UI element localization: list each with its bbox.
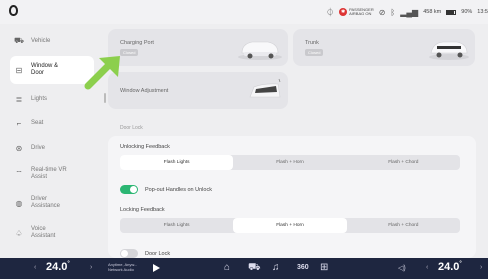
brand-logo-icon [9,5,18,16]
status-bar: ⏀ ✱ PASSENGER AIRBAG ON ⊘ ᛒ ▂▄▆ 458 km 9… [0,0,488,24]
car-icon[interactable]: ⛟ [248,262,261,275]
unlocking-feedback-label: Unlocking Feedback [120,144,170,150]
steering-icon: ⊛ [15,143,23,153]
battery-percent: 90% [461,9,473,15]
home-icon[interactable]: ⌂ [224,262,230,273]
temp-left-decrease-icon[interactable]: ‹ [34,264,36,271]
lock-option-flash-horn[interactable]: Flash + Horn [233,218,347,233]
door-lock-label: Door Lock [145,251,171,257]
popout-handles-toggle[interactable] [120,185,138,194]
car-rear-icon [238,41,282,60]
section-label-door-lock: Door Lock [120,125,143,131]
charging-port-card[interactable]: Charging Port Closed [108,29,288,66]
unlocking-feedback-selector: Flash Lights Flash + Horn Flash + Chord [120,155,460,170]
lock-option-flash-lights[interactable]: Flash Lights [120,218,233,233]
sidebar-item-label: Vehicle [31,37,51,44]
bluetooth-icon: ᛒ [390,7,396,17]
scroll-indicator [104,93,106,103]
airbag-icon: ✱ [339,8,348,16]
voice-icon: ♤ [15,228,23,238]
card-title: Trunk [305,40,319,46]
right-temperature[interactable]: 24.0° [438,261,462,273]
door-lock-toggle[interactable] [120,249,138,258]
sidebar-item-voice-assistant[interactable]: ♤ Voice Assistant [10,222,94,244]
sidebar-item-label: Window & Door [31,63,59,76]
pointer-arrow-icon [84,56,120,90]
battery-icon [446,9,457,15]
trunk-card[interactable]: Trunk Closed [293,29,475,66]
card-title: Window Adjustment [120,88,169,94]
airbag-line-2: AIRBAG ON [349,11,372,16]
sidebar-item-label: Lights [31,95,48,102]
car-side-icon [429,41,469,60]
door-lock-panel: Unlocking Feedback Flash Lights Flash + … [108,136,476,258]
alert-icon: ⏀ [326,7,335,17]
sidebar-item-driver-assistance[interactable]: ◍ Driver Assistance [10,192,94,214]
locking-feedback-selector: Flash Lights Flash + Horn Flash + Chord [120,218,460,233]
window-adjustment-card[interactable]: Window Adjustment [108,72,288,109]
bottom-bar: ‹ 24.0° › Anytime, Anyw... Network Audio… [0,258,488,279]
door-icon: ⊟ [15,65,23,75]
sidebar-item-label: Driver Assistance [31,196,61,209]
sidebar-item-seat[interactable]: ⌐ Seat [10,112,94,134]
popout-handles-label: Pop-out Handles on Unlock [145,187,212,193]
clock: 13:5 [477,9,488,15]
range-value: 458 km [423,9,442,15]
signal-icon: ▂▄▆ [400,7,419,17]
airbag-indicator: ✱ PASSENGER AIRBAG ON [339,7,374,17]
apps-grid-icon[interactable]: ⊞ [320,262,328,273]
sidebar-item-drive[interactable]: ⊛ Drive [10,137,94,159]
assist-icon: ◍ [15,198,23,208]
sidebar-item-label: Voice Assistant [31,226,56,239]
unlock-option-flash-horn[interactable]: Flash + Horn [233,155,346,170]
seat-icon: ⌐ [16,118,22,128]
camera-off-icon: ⊘ [378,7,386,17]
sidebar-item-label: Drive [31,144,46,151]
status-indicators: ⏀ ✱ PASSENGER AIRBAG ON ⊘ ᛒ ▂▄▆ 458 km 9… [326,0,488,24]
status-badge: Closed [305,49,324,56]
media-source: Network Audio [108,267,134,272]
temp-left-increase-icon[interactable]: › [90,264,92,271]
music-icon[interactable]: ♫ [272,262,280,273]
temp-right-increase-icon[interactable]: › [480,264,482,271]
unlock-option-flash-chord[interactable]: Flash + Chord [347,155,460,170]
sidebar-item-label: Seat [31,119,44,126]
left-temperature[interactable]: 24.0° [46,261,70,273]
play-button[interactable] [153,264,160,272]
media-info[interactable]: Anytime, Anyw... Network Audio [108,262,137,272]
unlock-option-flash-lights[interactable]: Flash Lights [120,155,234,170]
locking-feedback-label: Locking Feedback [120,207,165,213]
car-icon: ⛟ [14,36,25,45]
card-title: Charging Port [120,40,154,46]
window-icon [249,78,281,98]
temp-right-decrease-icon[interactable]: ‹ [426,264,428,271]
vr-icon: ⌔ [15,169,23,178]
volume-icon[interactable]: ◁) [398,264,406,272]
lock-option-flash-chord[interactable]: Flash + Chord [347,218,460,233]
camera-360-button[interactable]: 360 [297,264,309,271]
sidebar-item-vehicle[interactable]: ⛟ Vehicle [10,30,94,52]
sidebar-item-vr-assist[interactable]: ⌔ Real-time VR Assist [10,163,94,185]
sidebar-item-label: Real-time VR Assist [31,167,67,180]
lights-icon: ≣ [15,94,23,104]
